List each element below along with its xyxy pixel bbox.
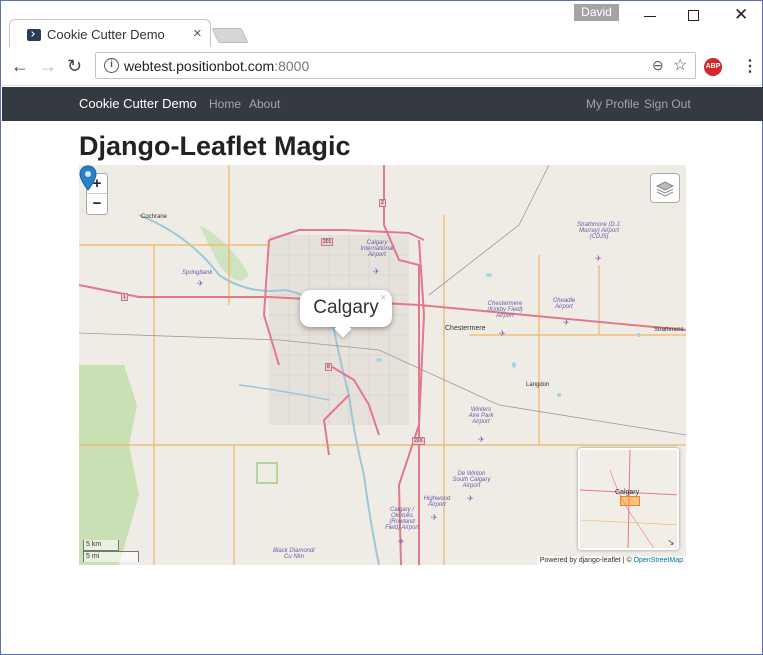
scale-mi: 5 mi	[83, 551, 139, 562]
attribution-osm-link[interactable]: OpenStreetMap	[634, 557, 683, 564]
attribution-text: Powered by django-leaflet | ©	[539, 557, 634, 564]
svg-text:✈: ✈	[373, 267, 380, 276]
zoom-out-button[interactable]: −	[87, 194, 107, 214]
back-arrow-icon[interactable]: ←	[11, 56, 29, 77]
airport-label-winters-aire-park: Winters Aire Park Airport	[468, 407, 494, 425]
place-label-springbank: Springbank	[182, 270, 213, 276]
new-tab-button[interactable]	[211, 28, 249, 43]
nav-link-home[interactable]: Home	[209, 97, 241, 111]
browser-window: Cookie Cutter Demo × David ✕ ← → ↻ i web…	[0, 0, 763, 655]
url-port: :8000	[274, 58, 310, 74]
airport-label-calgary-international: Calgary International Airport	[360, 240, 394, 258]
airport-label-de-winton: De Winton South Calgary Airport	[452, 471, 491, 489]
tab-close-icon[interactable]: ×	[193, 25, 202, 42]
map-marker-icon[interactable]	[79, 165, 97, 195]
svg-text:✈: ✈	[478, 435, 485, 444]
app-navbar: Cookie Cutter Demo Home About My Profile…	[2, 87, 763, 121]
route-shield-2: 2	[379, 199, 386, 207]
layers-button[interactable]	[650, 173, 680, 203]
route-shield-1: 1	[121, 293, 128, 301]
leaflet-map[interactable]: ✈ ✈ ✈ ✈ ✈ ✈ ✈ ✈ ✈ Cochrane Springbank Chesterm…	[79, 165, 686, 565]
url-text[interactable]: webtest.positionbot.com:8000	[124, 58, 309, 74]
nav-link-sign-out[interactable]: Sign Out	[644, 97, 691, 111]
terminal-favicon-icon	[27, 29, 41, 41]
svg-text:✈: ✈	[197, 279, 204, 288]
forward-arrow-icon[interactable]: →	[39, 56, 57, 77]
place-label-strathmore: Strathmore	[654, 327, 684, 333]
close-window-icon[interactable]: ✕	[734, 5, 748, 25]
info-icon[interactable]: i	[104, 58, 119, 73]
reload-icon[interactable]: ↻	[67, 56, 82, 77]
title-bar: Cookie Cutter Demo × David ✕	[1, 1, 762, 47]
scale-bar: 5 km 5 mi	[83, 540, 139, 562]
place-label-chestermere: Chestermere	[445, 325, 486, 332]
marker-popup: Calgary ×	[300, 290, 392, 338]
browser-toolbar: ← → ↻ i webtest.positionbot.com:8000 ⊖ ☆…	[1, 47, 762, 86]
page-title: Django-Leaflet Magic	[79, 131, 351, 161]
map-attribution: Powered by django-leaflet | © OpenStreet…	[536, 556, 686, 565]
url-host: webtest.positionbot.com	[124, 58, 275, 74]
scale-km: 5 km	[83, 540, 119, 551]
minimap-label: Calgary	[615, 489, 640, 496]
zoom-out-icon[interactable]: ⊖	[652, 57, 664, 74]
tab-title: Cookie Cutter Demo	[47, 27, 165, 42]
adblock-plus-icon[interactable]: ABP	[704, 58, 722, 76]
svg-text:✈: ✈	[431, 513, 438, 522]
minimize-icon[interactable]	[644, 16, 656, 17]
place-label-langdon: Langdon	[526, 382, 550, 388]
nav-link-about[interactable]: About	[249, 97, 280, 111]
layers-icon	[656, 181, 674, 197]
airport-label-okotoks: Calgary / Okotoks (Rowland Field) Airpor…	[384, 507, 420, 531]
minimap-viewport-rect	[620, 496, 640, 506]
popup-text: Calgary	[313, 297, 379, 318]
maximize-icon[interactable]	[688, 10, 699, 21]
place-label-cochrane: Cochrane	[141, 214, 168, 220]
route-shield-8: 8	[325, 363, 332, 371]
airport-label-strathmore: Strathmore (D.J. Murray) Airport (CDJ5)	[576, 222, 621, 240]
svg-text:✈: ✈	[467, 494, 474, 503]
svg-text:✈: ✈	[595, 254, 602, 263]
navbar-brand[interactable]: Cookie Cutter Demo	[79, 96, 197, 111]
route-shield-201: 201	[321, 238, 334, 246]
minimap-toggle-icon[interactable]: ↘	[667, 537, 675, 548]
address-bar[interactable]: i webtest.positionbot.com:8000 ⊖ ☆	[95, 52, 696, 79]
browser-tab[interactable]: Cookie Cutter Demo ×	[9, 19, 211, 47]
airport-label-chestermere: Chestermere (Kirkby Field) Airport	[487, 301, 523, 319]
airport-label-cheadle: Cheadle Airport	[552, 298, 576, 310]
route-shield-22x: 22X	[412, 437, 425, 445]
svg-text:✈: ✈	[563, 318, 570, 327]
place-label-black-diamond: Black Diamond/ Cu Nim	[272, 548, 316, 560]
svg-text:✈: ✈	[499, 329, 506, 338]
minimap[interactable]: Calgary ↘	[578, 448, 679, 550]
profile-badge[interactable]: David	[574, 4, 619, 21]
svg-text:✈: ✈	[398, 537, 405, 546]
popup-close-icon[interactable]: ×	[380, 292, 386, 304]
nav-link-my-profile[interactable]: My Profile	[586, 97, 639, 111]
more-menu-icon[interactable]: ⋮	[742, 56, 758, 76]
airport-label-highwood: Highwood Airport	[423, 496, 451, 508]
bookmark-star-icon[interactable]: ☆	[673, 55, 687, 75]
